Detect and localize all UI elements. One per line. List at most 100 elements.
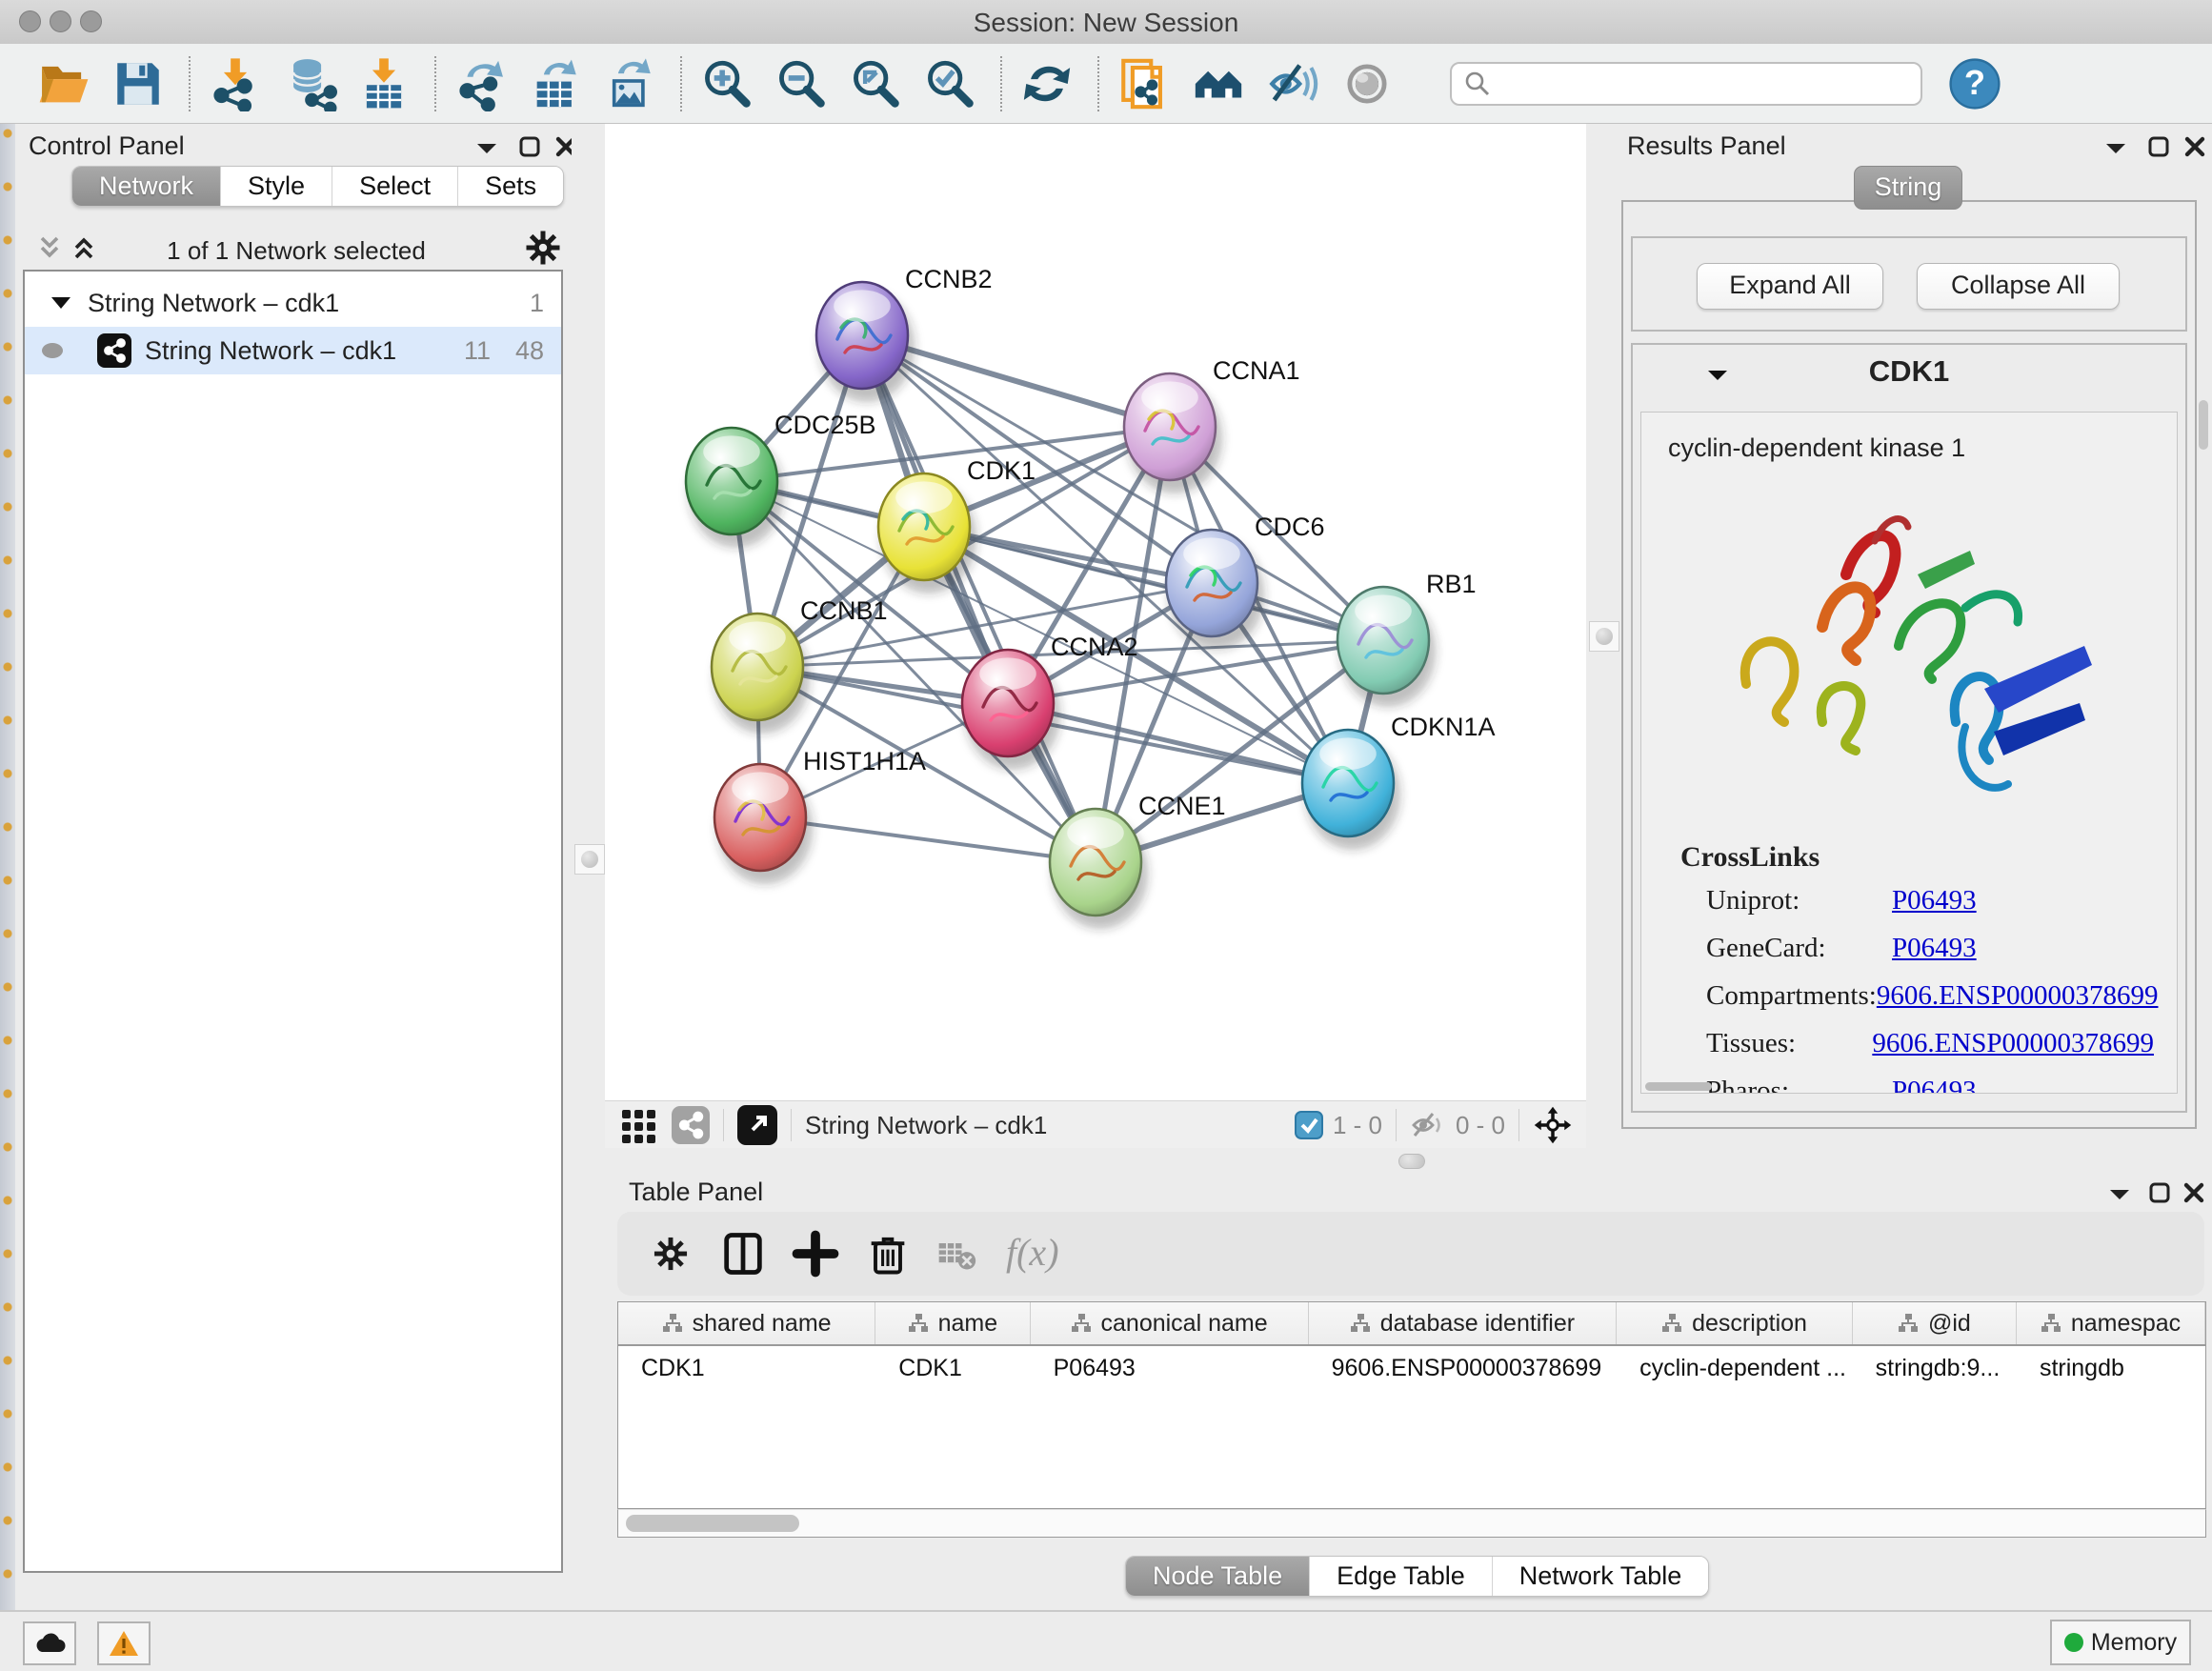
tab-style[interactable]: Style — [221, 167, 332, 206]
collapse-all-button[interactable]: Collapse All — [1917, 263, 2120, 310]
expand-all-button[interactable]: Expand All — [1697, 263, 1883, 310]
table-settings-gear-icon[interactable] — [646, 1229, 695, 1278]
tab-sets[interactable]: Sets — [458, 167, 563, 206]
network-row-selected[interactable]: String Network – cdk1 11 48 — [25, 327, 561, 374]
table-cell[interactable]: P06493 — [1031, 1346, 1309, 1390]
node-CCNA1[interactable] — [1124, 373, 1216, 480]
table-cell[interactable]: CDK1 — [618, 1346, 875, 1390]
gear-icon[interactable] — [524, 229, 562, 267]
birdseye-grid-icon[interactable] — [620, 1106, 658, 1144]
column-header-description[interactable]: description — [1617, 1302, 1852, 1344]
separator — [1518, 1109, 1519, 1141]
tab-network-table[interactable]: Network Table — [1493, 1557, 1709, 1596]
export-view-icon[interactable] — [737, 1105, 777, 1145]
node-CCNB2[interactable] — [816, 282, 908, 389]
crosslink-row: Tissues:9606.ENSP00000378699 — [1706, 1028, 2154, 1059]
node-RB1[interactable] — [1337, 587, 1429, 694]
panel-close-icon[interactable] — [2183, 135, 2206, 158]
divider-grip[interactable] — [1589, 621, 1619, 652]
zoom-out-icon[interactable] — [774, 56, 829, 111]
network-from-selection-icon[interactable] — [1116, 56, 1172, 111]
panel-menu-icon[interactable] — [2103, 139, 2128, 158]
table-cell[interactable]: stringdb:9... — [1853, 1346, 2017, 1390]
node-CDK1[interactable] — [878, 473, 970, 580]
panel-menu-icon[interactable] — [474, 139, 499, 158]
import-network-from-database-icon[interactable] — [282, 56, 337, 111]
show-all-icon[interactable] — [1339, 56, 1395, 111]
column-header-name[interactable]: name — [875, 1302, 1030, 1344]
fit-crosshair-icon[interactable] — [1533, 1105, 1573, 1145]
node-CDKN1A[interactable] — [1302, 730, 1394, 836]
export-table-icon[interactable] — [528, 56, 583, 111]
results-tab-string[interactable]: String — [1854, 166, 1962, 210]
panel-float-icon[interactable] — [2148, 1181, 2171, 1204]
crosslink-link[interactable]: P06493 — [1892, 933, 1977, 964]
add-icon[interactable] — [791, 1229, 840, 1278]
table-cell[interactable]: CDK1 — [875, 1346, 1030, 1390]
crosslink-link[interactable]: 9606.ENSP00000378699 — [1877, 980, 2159, 1012]
tree-expand-icon[interactable] — [50, 294, 72, 312]
help-icon[interactable]: ? — [1947, 56, 2002, 111]
column-header-@id[interactable]: @id — [1853, 1302, 2017, 1344]
hide-selected-icon[interactable] — [1265, 56, 1320, 111]
column-header-namespac[interactable]: namespac — [2017, 1302, 2205, 1344]
hidden-eye-icon[interactable] — [1410, 1111, 1446, 1139]
import-network-from-file-icon[interactable] — [208, 56, 263, 111]
show-hide-panels-icon[interactable] — [1191, 56, 1246, 111]
import-table-from-file-icon[interactable] — [356, 56, 412, 111]
column-header-shared-name[interactable]: shared name — [618, 1302, 875, 1344]
crosslink-link[interactable]: P06493 — [1892, 1076, 1977, 1094]
network-collection-row[interactable]: String Network – cdk1 1 — [25, 279, 561, 327]
cytoscape-window: Session: New Session ? Control Pan — [0, 0, 2212, 1671]
node-CCNE1[interactable] — [1050, 809, 1141, 916]
node-CDC6[interactable] — [1166, 530, 1257, 636]
save-session-icon[interactable] — [111, 56, 166, 111]
update-network-icon[interactable] — [1019, 56, 1075, 111]
table-hscrollbar[interactable] — [617, 1509, 2206, 1538]
crosslink-link[interactable]: P06493 — [1892, 885, 1977, 916]
open-file-icon[interactable] — [36, 56, 91, 111]
table-cell[interactable]: stringdb — [2017, 1346, 2205, 1390]
node-CCNA2[interactable] — [962, 650, 1054, 756]
tab-network[interactable]: Network — [72, 167, 221, 206]
panel-close-icon[interactable] — [2182, 1181, 2205, 1204]
collapse-all-icon[interactable] — [36, 234, 69, 261]
table-hscrollbar-thumb[interactable] — [626, 1515, 799, 1532]
share-view-icon[interactable] — [672, 1106, 710, 1144]
node-CDC25B[interactable] — [686, 428, 777, 534]
zoom-fit-icon[interactable] — [848, 56, 903, 111]
panel-float-icon[interactable] — [518, 135, 541, 158]
show-columns-icon[interactable] — [718, 1229, 768, 1278]
table-cell[interactable]: 9606.ENSP00000378699 — [1309, 1346, 1618, 1390]
results-hscrollbar[interactable] — [1645, 1082, 1712, 1091]
tab-edge-table[interactable]: Edge Table — [1310, 1557, 1493, 1596]
vertical-divider[interactable] — [572, 124, 605, 1148]
memory-button[interactable]: Memory — [2050, 1620, 2191, 1665]
crosslink-link[interactable]: 9606.ENSP00000378699 — [1872, 1028, 2154, 1059]
warning-button[interactable] — [97, 1621, 151, 1665]
expand-all-icon[interactable] — [70, 234, 103, 261]
zoom-in-icon[interactable] — [699, 56, 754, 111]
table-cell[interactable]: cyclin-dependent ... — [1617, 1346, 1852, 1390]
results-vscrollbar[interactable] — [2199, 400, 2208, 450]
column-header-canonical-name[interactable]: canonical name — [1031, 1302, 1309, 1344]
export-image-icon[interactable] — [602, 56, 657, 111]
panel-float-icon[interactable] — [2147, 135, 2170, 158]
table-row[interactable]: CDK1CDK1P064939606.ENSP00000378699cyclin… — [618, 1346, 2205, 1391]
divider-grip[interactable] — [1398, 1154, 1425, 1169]
zoom-selected-icon[interactable] — [922, 56, 977, 111]
export-network-icon[interactable] — [453, 56, 509, 111]
cloud-status-button[interactable] — [23, 1621, 76, 1665]
tab-select[interactable]: Select — [332, 167, 458, 206]
node-CCNB1[interactable] — [712, 614, 803, 720]
delete-trash-icon[interactable] — [863, 1229, 913, 1278]
panel-menu-icon[interactable] — [2107, 1185, 2132, 1204]
network-canvas[interactable]: CCNB2CCNA1CDC25BCDK1CDC6RB1CCNB1CCNA2CDK… — [605, 124, 1586, 1100]
node-HIST1H1A[interactable] — [714, 764, 806, 871]
tab-node-table[interactable]: Node Table — [1126, 1557, 1310, 1596]
divider-grip[interactable] — [574, 844, 605, 875]
edge-CCNB2-CCNE1[interactable] — [862, 335, 1096, 862]
search-input[interactable] — [1492, 68, 1896, 99]
column-header-database-identifier[interactable]: database identifier — [1309, 1302, 1618, 1344]
selected-checkbox-icon[interactable] — [1295, 1111, 1323, 1139]
